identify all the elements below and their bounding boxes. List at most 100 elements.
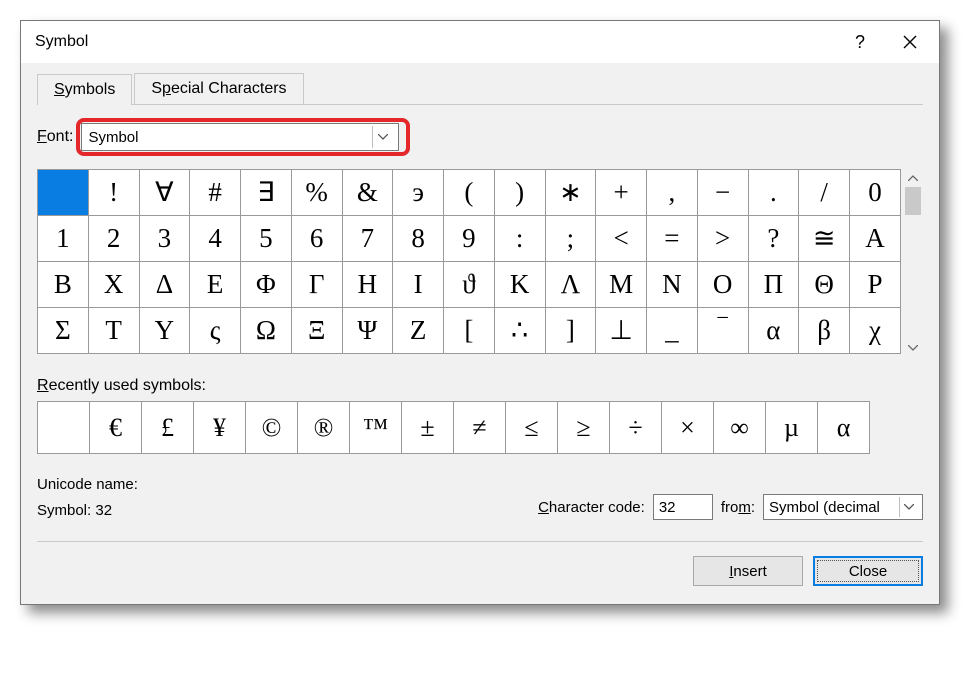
symbol-cell[interactable]: Φ (241, 262, 292, 308)
symbol-cell[interactable]: β (799, 308, 850, 354)
symbol-cell[interactable]: T (88, 308, 139, 354)
symbol-cell[interactable]: ∀ (139, 170, 190, 216)
symbol-cell[interactable]: . (748, 170, 799, 216)
symbol-cell[interactable]: K (494, 262, 545, 308)
symbol-cell[interactable]: Γ (291, 262, 342, 308)
recent-symbol-cell[interactable]: ≤ (506, 402, 558, 454)
symbol-cell[interactable]: > (697, 216, 748, 262)
symbol-cell[interactable]: ∗ (545, 170, 596, 216)
from-select[interactable]: Symbol (decimal (763, 494, 923, 520)
symbol-cell[interactable]: _ (647, 308, 698, 354)
recent-symbol-cell[interactable]: α (818, 402, 870, 454)
symbol-cell[interactable]: − (697, 170, 748, 216)
symbol-cell[interactable]: [ (444, 308, 495, 354)
symbol-cell[interactable]: Z (393, 308, 444, 354)
symbol-cell[interactable]: Π (748, 262, 799, 308)
symbol-cell[interactable]: Θ (799, 262, 850, 308)
symbol-cell[interactable]: X (88, 262, 139, 308)
symbol-cell[interactable]: 9 (444, 216, 495, 262)
tab-symbols[interactable]: Symbols (37, 74, 132, 105)
symbol-cell[interactable]: < (596, 216, 647, 262)
scroll-thumb[interactable] (905, 187, 921, 215)
close-icon[interactable] (885, 21, 935, 63)
font-row: Font: Symbol (37, 123, 923, 151)
recent-symbol-cell[interactable]: × (662, 402, 714, 454)
symbol-cell[interactable]: O (697, 262, 748, 308)
recent-symbol-cell[interactable]: ™ (350, 402, 402, 454)
symbol-cell[interactable]: ς (190, 308, 241, 354)
recent-symbol-cell[interactable]: £ (142, 402, 194, 454)
symbol-cell[interactable]: α (748, 308, 799, 354)
symbol-cell[interactable]: N (647, 262, 698, 308)
symbol-cell[interactable]: 8 (393, 216, 444, 262)
symbol-cell[interactable]: 7 (342, 216, 393, 262)
symbol-cell[interactable]: χ (850, 308, 901, 354)
symbol-cell[interactable]: Σ (38, 308, 89, 354)
recent-symbol-cell[interactable]: ± (402, 402, 454, 454)
symbol-cell[interactable]: Ψ (342, 308, 393, 354)
symbol-cell[interactable]: B (38, 262, 89, 308)
symbol-cell[interactable]: Y (139, 308, 190, 354)
insert-button[interactable]: Insert (693, 556, 803, 586)
symbol-cell[interactable]: Δ (139, 262, 190, 308)
symbol-cell[interactable]: Ω (241, 308, 292, 354)
symbol-cell[interactable]: P (850, 262, 901, 308)
symbol-cell[interactable]: 1 (38, 216, 89, 262)
symbol-cell[interactable]: ; (545, 216, 596, 262)
symbol-cell[interactable]: ‾ (697, 308, 748, 354)
symbol-cell[interactable]: ] (545, 308, 596, 354)
symbol-cell[interactable]: ∴ (494, 308, 545, 354)
symbol-cell[interactable]: ! (88, 170, 139, 216)
symbol-cell[interactable]: 6 (291, 216, 342, 262)
symbol-cell[interactable]: = (647, 216, 698, 262)
symbol-cell[interactable]: 0 (850, 170, 901, 216)
recent-symbol-cell[interactable]: ÷ (610, 402, 662, 454)
symbol-cell[interactable]: Ξ (291, 308, 342, 354)
recent-symbol-cell[interactable]: ® (298, 402, 350, 454)
symbol-cell[interactable]: M (596, 262, 647, 308)
symbol-cell[interactable]: э (393, 170, 444, 216)
font-select[interactable]: Symbol (81, 123, 399, 151)
recent-symbol-cell[interactable]: ¥ (194, 402, 246, 454)
symbol-cell[interactable]: / (799, 170, 850, 216)
symbol-cell[interactable]: : (494, 216, 545, 262)
recent-symbol-cell[interactable] (38, 402, 90, 454)
scroll-track[interactable] (903, 187, 923, 339)
symbol-cell[interactable]: 2 (88, 216, 139, 262)
symbol-cell[interactable]: ϑ (444, 262, 495, 308)
close-button[interactable]: Close (813, 556, 923, 586)
info-row: Unicode name: Symbol: 32 Character code:… (37, 472, 923, 523)
symbol-cell[interactable]: 4 (190, 216, 241, 262)
scroll-up-icon[interactable] (903, 169, 923, 187)
recent-symbol-cell[interactable]: µ (766, 402, 818, 454)
symbol-cell[interactable]: ≅ (799, 216, 850, 262)
grid-scrollbar[interactable] (903, 169, 923, 357)
symbol-cell[interactable]: + (596, 170, 647, 216)
symbol-cell[interactable] (38, 170, 89, 216)
symbol-cell[interactable]: % (291, 170, 342, 216)
scroll-down-icon[interactable] (903, 339, 923, 357)
symbol-cell[interactable]: 3 (139, 216, 190, 262)
symbol-cell[interactable]: E (190, 262, 241, 308)
symbol-cell[interactable]: Λ (545, 262, 596, 308)
tab-special-characters[interactable]: Special Characters (134, 73, 303, 104)
recent-symbol-cell[interactable]: © (246, 402, 298, 454)
help-button[interactable]: ? (835, 21, 885, 63)
symbol-cell[interactable]: # (190, 170, 241, 216)
symbol-cell[interactable]: ∃ (241, 170, 292, 216)
recent-symbol-cell[interactable]: € (90, 402, 142, 454)
symbol-cell[interactable]: , (647, 170, 698, 216)
symbol-cell[interactable]: ( (444, 170, 495, 216)
symbol-cell[interactable]: I (393, 262, 444, 308)
recent-symbol-cell[interactable]: ∞ (714, 402, 766, 454)
symbol-cell[interactable]: ⊥ (596, 308, 647, 354)
char-code-input[interactable] (653, 494, 713, 520)
symbol-cell[interactable]: 5 (241, 216, 292, 262)
symbol-cell[interactable]: H (342, 262, 393, 308)
recent-symbol-cell[interactable]: ≠ (454, 402, 506, 454)
recent-symbol-cell[interactable]: ≥ (558, 402, 610, 454)
symbol-cell[interactable]: ? (748, 216, 799, 262)
symbol-cell[interactable]: A (850, 216, 901, 262)
symbol-cell[interactable]: ) (494, 170, 545, 216)
symbol-cell[interactable]: & (342, 170, 393, 216)
